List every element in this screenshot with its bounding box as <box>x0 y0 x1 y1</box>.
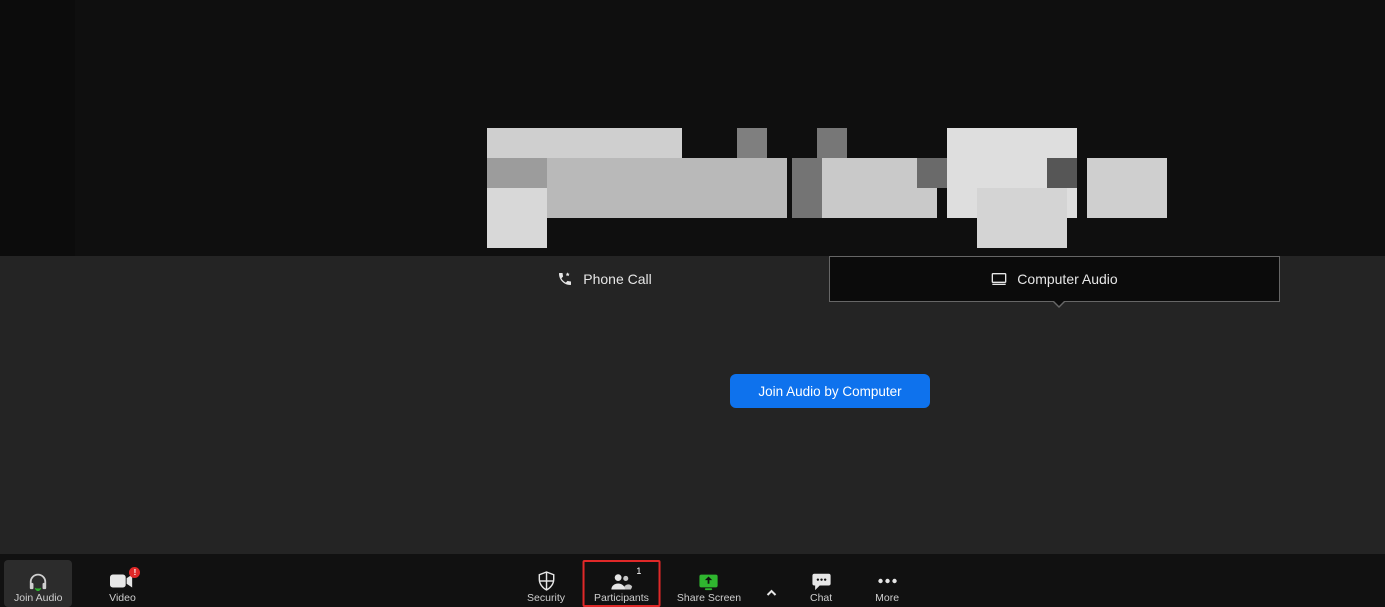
redacted-name <box>487 128 1167 248</box>
tab-computer-audio[interactable]: Computer Audio <box>829 256 1280 302</box>
join-audio-by-computer-button[interactable]: Join Audio by Computer <box>730 374 930 408</box>
left-dark-strip <box>0 0 75 256</box>
video-alert-badge: ! <box>129 567 140 578</box>
participants-button[interactable]: 1 Participants <box>582 560 661 607</box>
meeting-window: Phone Call Computer Audio Join Audio by … <box>0 0 1385 607</box>
more-icon <box>876 571 898 591</box>
shield-icon <box>537 571 555 591</box>
audio-tabs: Phone Call Computer Audio <box>380 256 1280 302</box>
tab-phone-call[interactable]: Phone Call <box>380 256 829 302</box>
chat-button[interactable]: Chat <box>791 560 851 607</box>
tab-computer-label: Computer Audio <box>1017 271 1117 287</box>
more-label: More <box>875 592 899 604</box>
video-icon: ! <box>110 571 134 591</box>
tab-pointer <box>1052 301 1066 308</box>
security-button[interactable]: Security <box>516 560 576 607</box>
chat-label: Chat <box>810 592 832 604</box>
chat-icon <box>810 571 832 591</box>
chevron-up-icon <box>765 583 777 603</box>
start-video-button[interactable]: ! Video <box>92 560 152 607</box>
video-label: Video <box>109 592 136 604</box>
share-screen-button[interactable]: Share Screen <box>667 560 751 607</box>
monitor-icon <box>991 272 1007 286</box>
share-screen-label: Share Screen <box>677 592 741 604</box>
headphones-icon <box>27 571 49 591</box>
security-label: Security <box>527 592 565 604</box>
join-audio-label: Join Audio <box>14 592 62 604</box>
share-screen-icon <box>698 571 720 591</box>
bottom-toolbar: Join Audio ! Video Security 1 <box>0 554 1385 607</box>
phone-icon <box>557 271 573 287</box>
participants-label: Participants <box>594 592 649 604</box>
participants-count: 1 <box>636 567 641 576</box>
join-audio-button[interactable]: Join Audio <box>4 560 72 607</box>
participants-icon: 1 <box>610 571 632 591</box>
tab-phone-label: Phone Call <box>583 271 652 287</box>
share-screen-menu-caret[interactable] <box>757 560 785 607</box>
more-button[interactable]: More <box>857 560 917 607</box>
